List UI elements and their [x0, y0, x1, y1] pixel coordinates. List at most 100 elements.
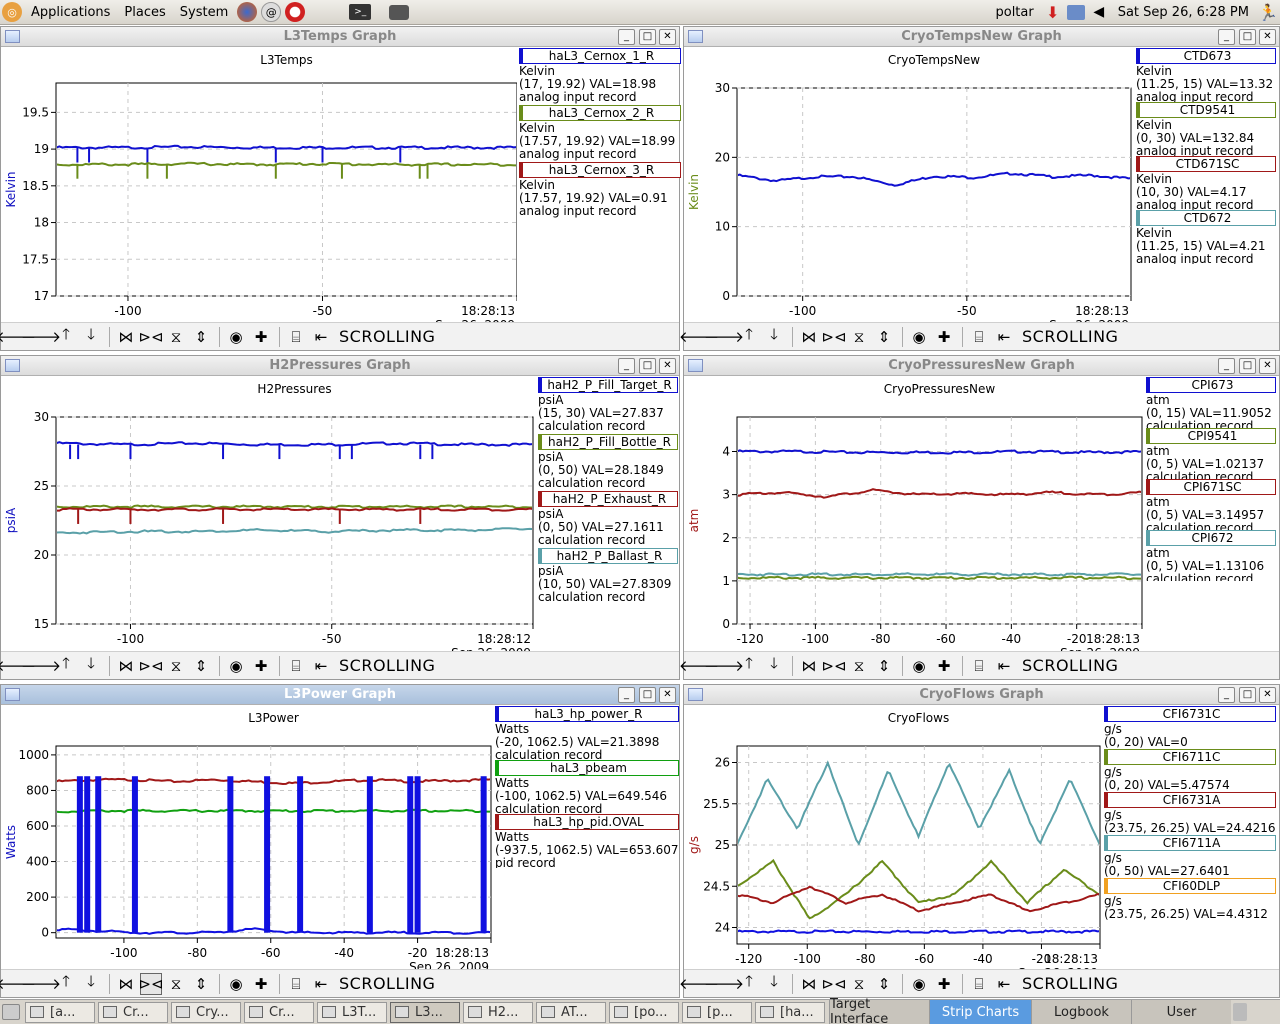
legend-signal-name[interactable]: CFI6731A [1104, 792, 1276, 808]
close-button[interactable]: ✕ [659, 687, 676, 703]
arrow-right-icon[interactable]: 🡒 [21, 655, 61, 677]
legend-entry[interactable]: CTD9541 Kelvin (0, 30) VAL=132.84 analog… [1136, 102, 1276, 156]
legend-entry[interactable]: CPI671SC atm (0, 5) VAL=3.14957 calculat… [1146, 479, 1276, 530]
zoom-x-out-icon[interactable]: ⊳⊲ [138, 326, 163, 348]
trash-icon[interactable] [1233, 1003, 1247, 1021]
legend-signal-name[interactable]: CTD9541 [1136, 102, 1276, 118]
zoom-y-out-icon[interactable]: ⇕ [190, 655, 212, 677]
legend-entry[interactable]: haH2_P_Fill_Bottle_R psiA (0, 50) VAL=28… [538, 434, 678, 491]
chart-plot[interactable]: H2Pressures15202530-100-5018:28:12Sep 26… [1, 377, 536, 652]
window-titlebar[interactable]: CryoPressuresNew Graph _ □ ✕ [684, 356, 1279, 376]
zoom-y-out-icon[interactable]: ⇕ [190, 973, 212, 995]
back-scroll-icon[interactable]: ⇤ [310, 973, 332, 995]
add-signal-icon[interactable]: ✚ [250, 973, 272, 995]
window-titlebar[interactable]: CryoFlows Graph _ □ ✕ [684, 685, 1279, 705]
window-cryotemps[interactable]: CryoTempsNew Graph _ □ ✕ CryoTempsNew 0 10… [679, 26, 1280, 351]
legend-signal-name[interactable]: haL3_Cernox_1_R [519, 48, 681, 64]
window-titlebar[interactable]: CryoTempsNew Graph _ □ ✕ [684, 27, 1279, 47]
taskbar-window-button[interactable]: Cr... [244, 1001, 314, 1023]
window-l3temps[interactable]: L3Temps Graph _ □ ✕ L3Temps 17 17.5 18 18.5 1… [0, 26, 681, 351]
legend-entry[interactable]: CTD671SC Kelvin (10, 30) VAL=4.17 analog… [1136, 156, 1276, 210]
legend-signal-name[interactable]: haL3_pbeam [495, 760, 679, 776]
legend-entry[interactable]: CFI6711A g/s (0, 50) VAL=27.6401 [1104, 835, 1276, 878]
legend-signal-name[interactable]: CPI9541 [1146, 428, 1276, 444]
legend-signal-name[interactable]: CPI671SC [1146, 479, 1276, 495]
arrow-down-icon[interactable]: 🡓 [763, 654, 785, 677]
taskbar-window-button[interactable]: L3T... [317, 1001, 387, 1023]
legend-signal-name[interactable]: CFI6731C [1104, 706, 1276, 722]
legend-entry[interactable]: CFI6711C g/s (0, 20) VAL=5.47574 [1104, 749, 1276, 792]
arrow-right-icon[interactable]: 🡒 [704, 973, 744, 995]
legend-signal-name[interactable]: CTD673 [1136, 48, 1276, 64]
chart-plot[interactable]: L3Temps 17 17.5 18 18.5 19 19.5 -100 -50 18:28:13… [1, 48, 517, 323]
arrow-down-icon[interactable]: 🡓 [80, 654, 102, 677]
maximize-button[interactable]: □ [1239, 29, 1256, 45]
arrow-down-icon[interactable]: 🡓 [763, 325, 785, 348]
legend-signal-name[interactable]: CFI6711C [1104, 749, 1276, 765]
chart-plot[interactable]: CryoFlows 24 24.5 25 25.5 26 -120 -100 -80 -60 -40… [684, 706, 1102, 970]
graph-settings-icon[interactable]: ⌸ [285, 973, 307, 995]
window-titlebar[interactable]: L3Power Graph _ □ ✕ [1, 685, 679, 705]
taskbar-window-button[interactable]: [ha... [755, 1001, 825, 1023]
graph-settings-icon[interactable]: ⌸ [968, 973, 990, 995]
zoom-x-out-icon[interactable]: ⊳⊲ [821, 973, 846, 995]
legend-entry[interactable]: CFI60DLP g/s (23.75, 26.25) VAL=4.4312 [1104, 878, 1276, 921]
graph-settings-icon[interactable]: ⌸ [968, 655, 990, 677]
close-button[interactable]: ✕ [659, 29, 676, 45]
arrow-down-icon[interactable]: 🡓 [80, 325, 102, 348]
auto-scale-icon[interactable]: ◉ [225, 655, 247, 677]
add-signal-icon[interactable]: ✚ [933, 973, 955, 995]
legend-entry[interactable]: haL3_Cernox_1_R Kelvin (17, 19.92) VAL=1… [519, 48, 681, 105]
minimize-button[interactable]: _ [1218, 358, 1235, 374]
auto-scale-icon[interactable]: ◉ [225, 973, 247, 995]
legend-entry[interactable]: CPI673 atm (0, 15) VAL=11.9052 calculati… [1146, 377, 1276, 428]
zoom-x-out-icon[interactable]: ⊳⊲ [821, 655, 846, 677]
legend-entry[interactable]: haL3_Cernox_2_R Kelvin (17.57, 19.92) VA… [519, 105, 681, 162]
back-scroll-icon[interactable]: ⇤ [993, 973, 1015, 995]
minimize-button[interactable]: _ [618, 687, 635, 703]
ubuntu-logo-icon[interactable]: ◎ [2, 2, 22, 22]
auto-scale-icon[interactable]: ◉ [225, 326, 247, 348]
window-cryopress[interactable]: CryoPressuresNew Graph _ □ ✕ CryoPressur… [679, 355, 1280, 680]
legend-signal-name[interactable]: haL3_Cernox_3_R [519, 162, 681, 178]
window-titlebar[interactable]: H2Pressures Graph _ □ ✕ [1, 356, 679, 376]
legend-entry[interactable]: haH2_P_Exhaust_R psiA (0, 50) VAL=27.161… [538, 491, 678, 548]
zoom-y-out-icon[interactable]: ⇕ [873, 973, 895, 995]
legend-signal-name[interactable]: CPI673 [1146, 377, 1276, 393]
maximize-button[interactable]: □ [1239, 358, 1256, 374]
legend-signal-name[interactable]: haH2_P_Fill_Target_R [538, 377, 678, 393]
taskbar-window-button[interactable]: Cr... [98, 1001, 168, 1023]
legend-signal-name[interactable]: haL3_Cernox_2_R [519, 105, 681, 121]
legend-entry[interactable]: haL3_hp_power_R Watts (-20, 1062.5) VAL=… [495, 706, 679, 760]
user-name[interactable]: poltar [988, 0, 1040, 25]
chart-plot[interactable]: L3Power 0 200 400 600 800 1000 -100 -80 -60 -40 -20… [1, 706, 493, 970]
back-scroll-icon[interactable]: ⇤ [993, 655, 1015, 677]
workspace-tab[interactable]: Strip Charts [929, 1000, 1031, 1024]
menu-system[interactable]: System [173, 0, 235, 25]
show-desktop-icon[interactable] [2, 1004, 20, 1020]
arrow-up-icon[interactable]: 🡑 [738, 325, 760, 348]
graph-settings-icon[interactable]: ⌸ [968, 326, 990, 348]
legend-entry[interactable]: haH2_P_Fill_Target_R psiA (15, 30) VAL=2… [538, 377, 678, 434]
zoom-y-in-icon[interactable]: ⧖ [848, 655, 870, 677]
legend-entry[interactable]: haL3_hp_pid.OVAL Watts (-937.5, 1062.5) … [495, 814, 679, 868]
chart-plot[interactable]: CryoTempsNew0102030-100-5018:28:13Sep 26… [684, 48, 1134, 323]
taskbar-window-button[interactable]: [p... [682, 1001, 752, 1023]
legend-entry[interactable]: haL3_Cernox_3_R Kelvin (17.57, 19.92) VA… [519, 162, 681, 219]
zoom-x-out-icon[interactable]: ⊳⊲ [138, 655, 163, 677]
window-cryoflows[interactable]: CryoFlows Graph _ □ ✕ CryoFlows 24 24.5 25 2… [679, 684, 1280, 998]
arrow-up-icon[interactable]: 🡑 [55, 972, 77, 995]
workspace-tab[interactable]: User [1131, 1000, 1231, 1024]
screenshot-camera-icon[interactable] [389, 4, 410, 20]
legend-entry[interactable]: CFI6731A g/s (23.75, 26.25) VAL=24.4216 [1104, 792, 1276, 835]
back-scroll-icon[interactable]: ⇤ [993, 326, 1015, 348]
zoom-y-in-icon[interactable]: ⧖ [165, 973, 187, 995]
arrow-right-icon[interactable]: 🡒 [704, 655, 744, 677]
window-titlebar[interactable]: L3Temps Graph _ □ ✕ [1, 27, 679, 47]
back-scroll-icon[interactable]: ⇤ [310, 326, 332, 348]
arrow-up-icon[interactable]: 🡑 [55, 325, 77, 348]
close-button[interactable]: ✕ [1259, 358, 1276, 374]
zoom-x-in-icon[interactable]: ⋈ [115, 326, 137, 348]
zoom-y-in-icon[interactable]: ⧖ [848, 326, 870, 348]
taskbar-window-button[interactable]: H2... [463, 1001, 533, 1023]
